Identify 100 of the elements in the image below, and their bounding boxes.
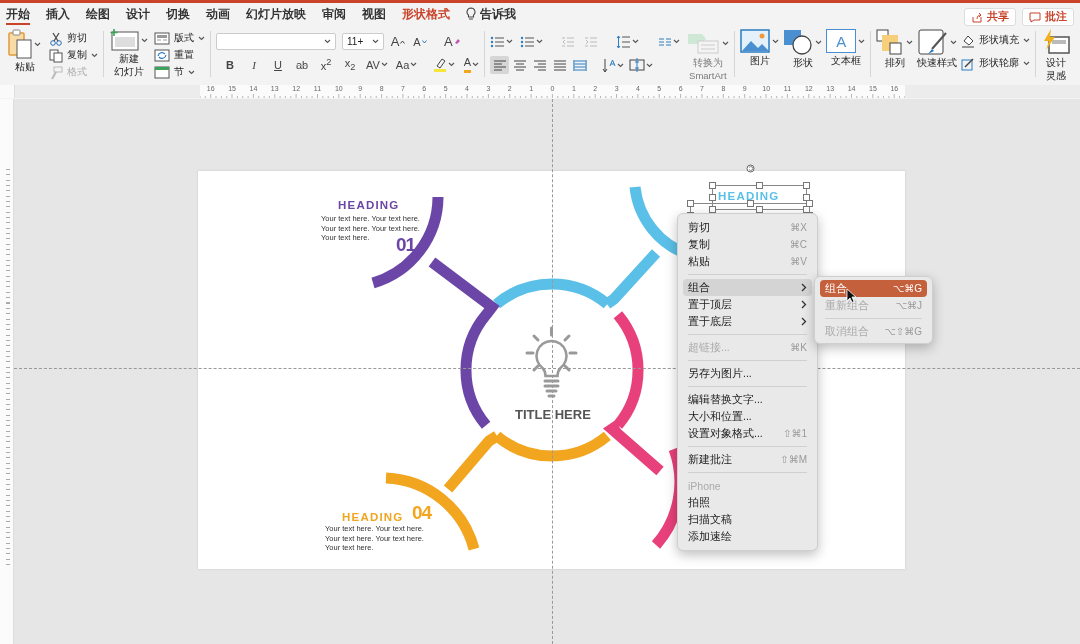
ribbon-tab[interactable]: 绘图 — [86, 3, 110, 25]
ribbon-tab[interactable]: 设计 — [126, 3, 150, 25]
share-button[interactable]: 共享 — [964, 7, 1016, 26]
shapes-button[interactable]: 形状 — [783, 25, 823, 83]
ribbon-tab[interactable]: 幻灯片放映 — [246, 3, 306, 25]
menu-item[interactable]: 扫描文稿 — [683, 511, 812, 528]
ribbon-tab[interactable]: 动画 — [206, 3, 230, 25]
layout-button[interactable]: 版式 — [154, 31, 205, 46]
ribbon-tab[interactable]: 视图 — [362, 3, 386, 25]
reset-icon — [154, 49, 170, 62]
caret-icon — [536, 39, 544, 44]
caret-down-icon — [421, 39, 427, 44]
new-slide-icon — [109, 29, 139, 51]
textbox-button[interactable]: A 文本框 — [826, 25, 866, 83]
align-text-icon — [629, 58, 646, 72]
font-size-field[interactable]: 11+ — [342, 33, 384, 50]
text-direction-icon — [602, 57, 617, 73]
align-justify-icon — [551, 57, 568, 73]
caret-icon — [949, 39, 957, 45]
subscript-button[interactable]: x$_{2}$ — [342, 56, 358, 73]
case-button[interactable]: Aa — [395, 56, 418, 73]
caret-icon — [198, 36, 205, 41]
menu-item[interactable]: 编辑替换文字... — [683, 391, 812, 408]
highlighter-icon — [433, 57, 448, 72]
menu-item[interactable]: 复制 ⌘C — [683, 236, 812, 253]
menu-item[interactable]: 大小和位置... — [683, 408, 812, 425]
menu-item[interactable]: 新建批注 ⇧⌘M — [683, 451, 812, 468]
menu-item[interactable]: 拍照 — [683, 494, 812, 511]
pencil-icon — [961, 56, 976, 71]
design-ideas-button[interactable]: 设计 灵感 — [1041, 25, 1072, 83]
brush-icon — [917, 29, 948, 55]
text-direction-button[interactable] — [602, 56, 625, 74]
ribbon-tab[interactable]: 开始 — [6, 3, 30, 25]
align-center-icon — [511, 57, 528, 73]
paste-button[interactable]: 粘贴 — [8, 25, 41, 83]
superscript-button[interactable]: x$^{2}$ — [318, 56, 334, 73]
align-text-button[interactable] — [629, 56, 654, 74]
menu-item[interactable]: 剪切 ⌘X — [683, 219, 812, 236]
caret-icon — [722, 40, 730, 46]
caret-icon — [906, 39, 914, 45]
new-slide-button[interactable]: 新建 幻灯片 — [109, 25, 148, 83]
numbered-list-icon — [520, 34, 536, 49]
paint-bucket-icon — [961, 33, 976, 48]
italic-button[interactable]: I — [246, 56, 262, 73]
section-icon — [154, 66, 170, 79]
smartart-icon — [686, 31, 721, 55]
section-number: 04 — [412, 503, 432, 523]
menu-item[interactable]: 组合 — [683, 279, 812, 296]
font-color-button[interactable]: A — [463, 56, 480, 73]
shrink-font-button[interactable]: A — [412, 33, 428, 50]
caret-icon — [410, 62, 418, 67]
align-left-button[interactable] — [490, 56, 510, 74]
ribbon-tab[interactable]: 切换 — [166, 3, 190, 25]
bold-button[interactable]: B — [222, 56, 238, 73]
caret-icon — [91, 53, 98, 58]
caret-icon — [472, 62, 479, 67]
copy-icon — [49, 48, 63, 63]
section-button[interactable]: 节 — [154, 65, 205, 80]
ribbon-tab[interactable]: 审阅 — [322, 3, 346, 25]
spacing-button[interactable]: AV — [366, 56, 388, 73]
text-box-icon: A — [826, 29, 857, 53]
caret-icon — [646, 62, 654, 68]
caret-icon — [673, 39, 681, 44]
tell-me-button[interactable]: 告诉我 — [466, 6, 516, 22]
menu-item[interactable]: 粘贴 ⌘V — [683, 253, 812, 270]
font-name-field[interactable] — [216, 33, 336, 50]
caret-icon — [858, 38, 866, 44]
lightbulb-icon — [466, 7, 476, 21]
comment-button[interactable]: 批注 — [1022, 7, 1074, 26]
reset-button[interactable]: 重置 — [154, 48, 205, 63]
quick-styles-button[interactable]: 快速样式 — [917, 25, 958, 83]
section-heading: HEADING — [338, 198, 400, 212]
ribbon-tab[interactable]: 形状格式 — [402, 3, 450, 25]
ribbon-tab[interactable]: 插入 — [46, 3, 70, 25]
caret-icon — [632, 39, 640, 44]
cut-button[interactable]: 剪切 — [49, 31, 98, 46]
grow-font-button[interactable]: A — [390, 33, 406, 50]
picture-button[interactable]: 图片 — [740, 25, 780, 83]
picture-icon — [740, 29, 771, 53]
shapes-icon — [783, 29, 814, 55]
lightning-panel-icon — [1041, 29, 1072, 55]
menu-item[interactable]: 置于顶层 — [683, 296, 812, 313]
caret-icon — [141, 37, 148, 43]
menu-item[interactable]: 另存为图片... — [683, 365, 812, 382]
copy-button[interactable]: 复制 — [49, 48, 98, 63]
shape-outline-button[interactable]: 形状轮廓 — [961, 56, 1031, 71]
caret-icon — [506, 39, 514, 44]
menu-item[interactable]: 置于底层 — [683, 313, 812, 330]
line-spacing-button[interactable] — [616, 33, 640, 50]
section-heading: HEADING — [342, 510, 404, 524]
caret-up-icon — [400, 39, 406, 44]
menu-item[interactable]: 组合 ⌥⌘G — [820, 280, 927, 297]
highlight-button[interactable] — [433, 56, 456, 73]
menu-item[interactable]: 设置对象格式... ⇧⌘1 — [683, 425, 812, 442]
shape-fill-button[interactable]: 形状填充 — [961, 33, 1031, 48]
layout-icon — [154, 32, 170, 45]
underline-button[interactable]: U — [270, 56, 286, 73]
menu-item[interactable]: 添加速绘 — [683, 528, 812, 545]
clear-formatting-button[interactable]: A — [444, 33, 461, 50]
arrange-button[interactable]: 排列 — [876, 25, 914, 83]
